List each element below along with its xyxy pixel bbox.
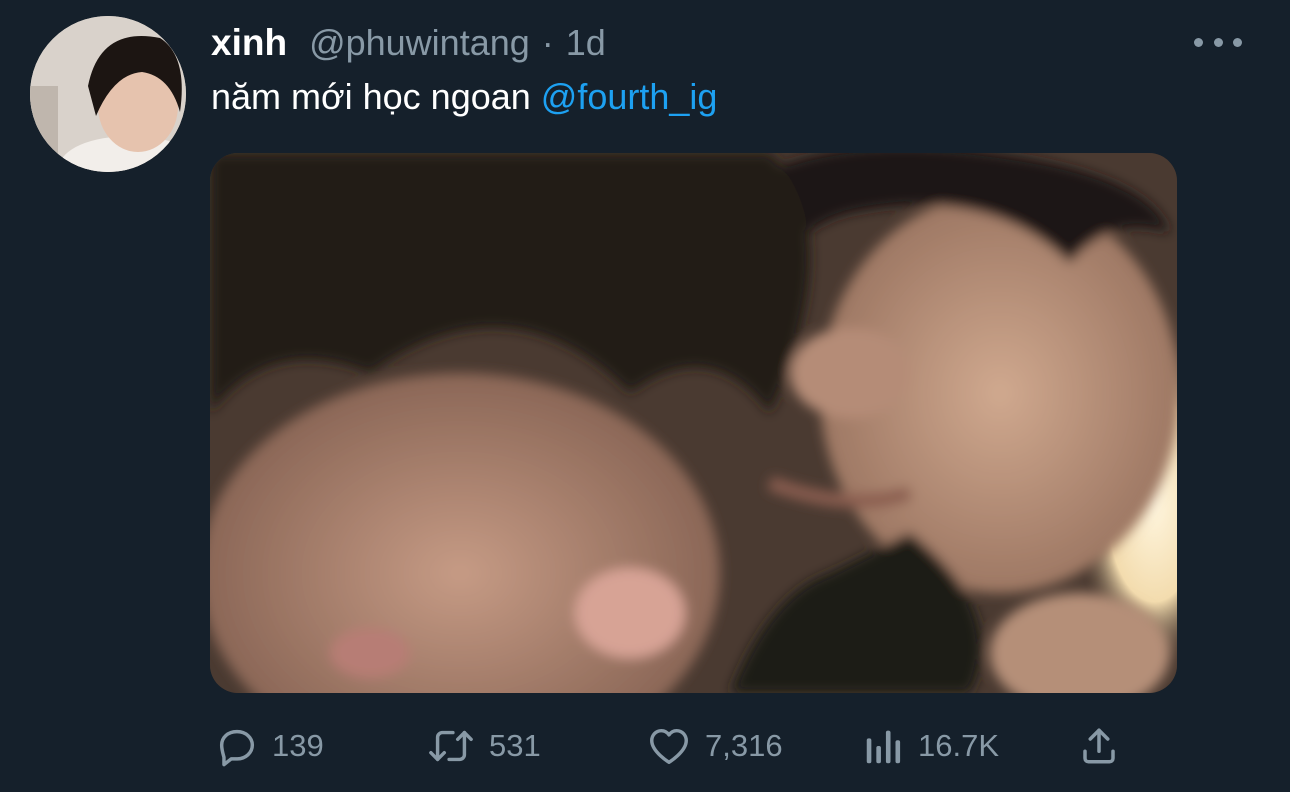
reply-count: 139: [272, 728, 324, 763]
share-button[interactable]: [1078, 718, 1120, 774]
separator-dot: ·: [541, 22, 554, 63]
retweet-count: 531: [489, 728, 541, 763]
bar-chart-icon: [862, 723, 906, 769]
mention-link[interactable]: @fourth_ig: [541, 76, 718, 117]
tweet: xinh @phuwintang · 1d năm mới học ngoan …: [0, 0, 1290, 792]
share-icon: [1078, 723, 1120, 769]
avatar[interactable]: [30, 16, 186, 172]
retweet-button[interactable]: 531: [425, 718, 541, 774]
reply-button[interactable]: 139: [214, 718, 324, 774]
heart-icon: [645, 723, 693, 769]
display-name[interactable]: xinh: [211, 22, 287, 64]
like-button[interactable]: 7,316: [645, 718, 783, 774]
timestamp[interactable]: 1d: [566, 22, 606, 64]
tweet-body: năm mới học ngoan: [211, 76, 531, 117]
tweet-photo[interactable]: [210, 153, 1177, 693]
like-count: 7,316: [705, 728, 783, 763]
tweet-header: xinh @phuwintang · 1d: [211, 22, 606, 66]
tweet-text: năm mới học ngoan @fourth_ig: [211, 76, 717, 118]
user-handle[interactable]: @phuwintang: [309, 22, 530, 64]
tweet-actions: 139 531 7,316 16.7K: [0, 718, 1290, 774]
retweet-icon: [425, 723, 477, 769]
reply-icon: [214, 723, 260, 769]
views-count: 16.7K: [918, 728, 1000, 763]
views-button[interactable]: 16.7K: [862, 718, 999, 774]
more-dots-icon[interactable]: [1194, 30, 1242, 54]
